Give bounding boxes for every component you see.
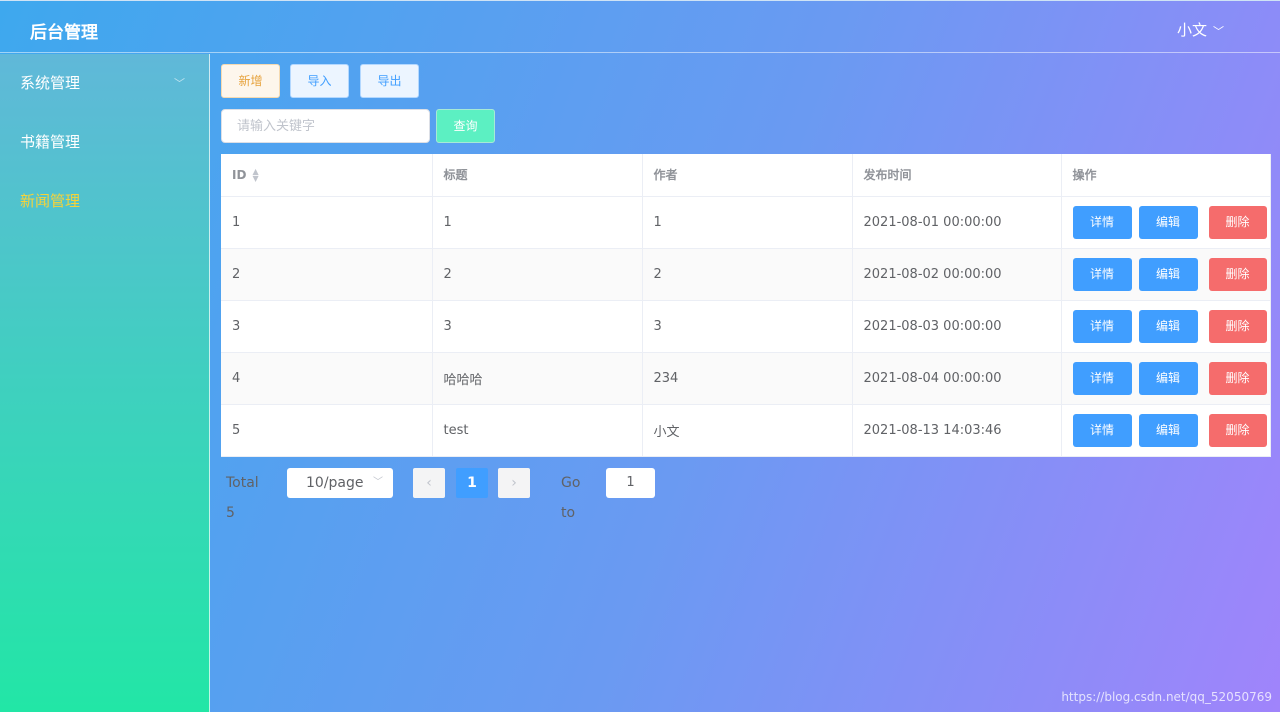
sidebar-item-system[interactable]: 系统管理 ﹀ bbox=[0, 54, 209, 113]
delete-button[interactable]: 删除 bbox=[1208, 309, 1267, 343]
sidebar: 系统管理 ﹀ 书籍管理 新闻管理 bbox=[0, 54, 210, 712]
column-header-title: 标题 bbox=[432, 154, 643, 197]
page-number-1[interactable]: 1 bbox=[456, 468, 488, 498]
total-count: Total 5 bbox=[226, 475, 259, 521]
cell-actions: 详情 编辑 删除 bbox=[1061, 404, 1271, 457]
cell-author: 234 bbox=[642, 352, 853, 405]
sort-icon[interactable]: ▲ ▼ bbox=[252, 168, 258, 183]
top-header: 后台管理 小文 ﹀ bbox=[0, 0, 1280, 53]
cell-id: 4 bbox=[221, 352, 433, 405]
edit-button[interactable]: 编辑 bbox=[1138, 205, 1198, 239]
cell-title: 3 bbox=[432, 300, 643, 353]
cell-id: 5 bbox=[221, 404, 433, 457]
edit-button[interactable]: 编辑 bbox=[1138, 309, 1198, 343]
goto-label: Go to bbox=[561, 475, 581, 521]
cell-author: 1 bbox=[642, 196, 853, 249]
sidebar-item-label: 系统管理 bbox=[20, 74, 81, 92]
detail-button[interactable]: 详情 bbox=[1072, 361, 1132, 395]
edit-button[interactable]: 编辑 bbox=[1138, 361, 1198, 395]
news-table: ID ▲ ▼ 标题 作者 发布时间 操作 1 1 1 2021-08-01 00:00:0… bbox=[221, 154, 1271, 457]
chevron-down-icon: ﹀ bbox=[1213, 25, 1224, 38]
sidebar-item-label: 新闻管理 bbox=[20, 192, 81, 210]
cell-author: 小文 bbox=[642, 404, 853, 457]
sidebar-item-books[interactable]: 书籍管理 bbox=[0, 113, 209, 172]
table-row: 1 1 1 2021-08-01 00:00:00 详情 编辑 删除 bbox=[221, 196, 1271, 249]
cell-actions: 详情 编辑 删除 bbox=[1061, 248, 1271, 301]
detail-button[interactable]: 详情 bbox=[1072, 309, 1132, 343]
cell-title: 1 bbox=[432, 196, 643, 249]
detail-button[interactable]: 详情 bbox=[1072, 257, 1132, 291]
cell-author: 2 bbox=[642, 248, 853, 301]
app-title: 后台管理 bbox=[30, 23, 98, 43]
export-button[interactable]: 导出 bbox=[360, 64, 419, 98]
table-row: 4 哈哈哈 234 2021-08-04 00:00:00 详情 编辑 删除 bbox=[221, 352, 1271, 405]
edit-button[interactable]: 编辑 bbox=[1138, 413, 1198, 447]
user-menu[interactable]: 小文 ﹀ bbox=[1177, 19, 1224, 40]
cell-date: 2021-08-02 00:00:00 bbox=[852, 248, 1062, 301]
cell-actions: 详情 编辑 删除 bbox=[1061, 352, 1271, 405]
cell-title: 2 bbox=[432, 248, 643, 301]
query-button[interactable]: 查询 bbox=[436, 109, 495, 143]
cell-author: 3 bbox=[642, 300, 853, 353]
cell-id: 1 bbox=[221, 196, 433, 249]
delete-button[interactable]: 删除 bbox=[1208, 361, 1267, 395]
cell-actions: 详情 编辑 删除 bbox=[1061, 300, 1271, 353]
cell-date: 2021-08-04 00:00:00 bbox=[852, 352, 1062, 405]
detail-button[interactable]: 详情 bbox=[1072, 413, 1132, 447]
prev-page-button[interactable]: ‹ bbox=[413, 468, 445, 498]
column-header-actions: 操作 bbox=[1061, 154, 1271, 197]
goto-page-input[interactable] bbox=[606, 468, 655, 498]
add-button[interactable]: 新增 bbox=[221, 64, 280, 98]
delete-button[interactable]: 删除 bbox=[1208, 205, 1267, 239]
column-header-author: 作者 bbox=[642, 154, 853, 197]
cell-date: 2021-08-03 00:00:00 bbox=[852, 300, 1062, 353]
cell-date: 2021-08-13 14:03:46 bbox=[852, 404, 1062, 457]
chevron-down-icon: ﹀ bbox=[373, 477, 383, 488]
cell-date: 2021-08-01 00:00:00 bbox=[852, 196, 1062, 249]
column-header-date: 发布时间 bbox=[852, 154, 1062, 197]
import-button[interactable]: 导入 bbox=[290, 64, 349, 98]
column-header-id[interactable]: ID ▲ ▼ bbox=[221, 154, 433, 197]
cell-id: 2 bbox=[221, 248, 433, 301]
cell-actions: 详情 编辑 删除 bbox=[1061, 196, 1271, 249]
cell-title: 哈哈哈 bbox=[432, 352, 643, 405]
sidebar-item-label: 书籍管理 bbox=[20, 133, 81, 151]
sidebar-item-news[interactable]: 新闻管理 bbox=[0, 172, 209, 231]
chevron-down-icon: ﹀ bbox=[174, 77, 185, 90]
table-row: 5 test 小文 2021-08-13 14:03:46 详情 编辑 删除 bbox=[221, 404, 1271, 457]
delete-button[interactable]: 删除 bbox=[1208, 413, 1267, 447]
next-page-button[interactable]: › bbox=[498, 468, 530, 498]
cell-id: 3 bbox=[221, 300, 433, 353]
table-row: 2 2 2 2021-08-02 00:00:00 详情 编辑 删除 bbox=[221, 248, 1271, 301]
search-input[interactable] bbox=[221, 109, 430, 143]
table-row: 3 3 3 2021-08-03 00:00:00 详情 编辑 删除 bbox=[221, 300, 1271, 353]
cell-title: test bbox=[432, 404, 643, 457]
watermark: https://blog.csdn.net/qq_52050769 bbox=[1061, 690, 1272, 704]
detail-button[interactable]: 详情 bbox=[1072, 205, 1132, 239]
user-name: 小文 bbox=[1176, 21, 1207, 39]
page-size-select[interactable]: 10/page ﹀ bbox=[287, 468, 393, 498]
delete-button[interactable]: 删除 bbox=[1208, 257, 1267, 291]
edit-button[interactable]: 编辑 bbox=[1138, 257, 1198, 291]
